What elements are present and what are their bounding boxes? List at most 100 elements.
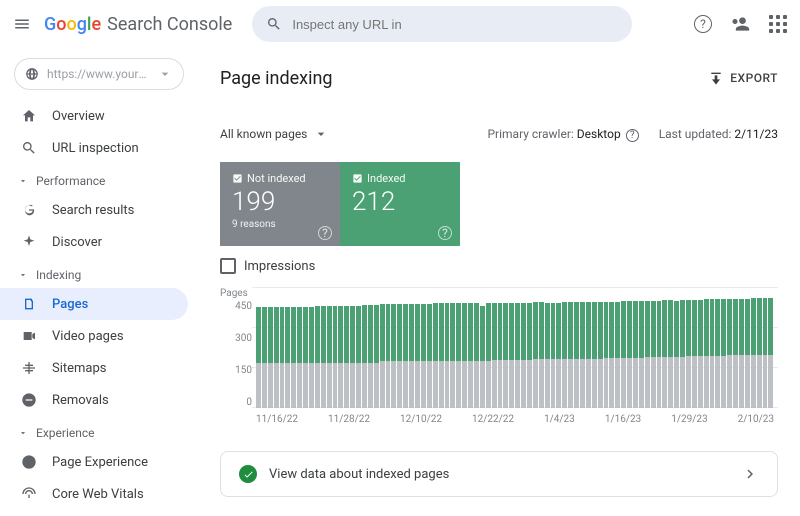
chart-bar[interactable]: [533, 302, 538, 408]
nav-url-inspection[interactable]: URL inspection: [0, 132, 188, 164]
chart-bar[interactable]: [568, 302, 573, 408]
nav-search-results[interactable]: Search results: [0, 194, 188, 226]
chart-bar[interactable]: [386, 304, 391, 408]
chart-bar[interactable]: [668, 300, 673, 408]
tile-not-indexed[interactable]: Not indexed 199 9 reasons ?: [220, 162, 340, 246]
chart-plot-area[interactable]: [252, 288, 778, 408]
apps-icon[interactable]: [768, 14, 788, 34]
chart-bar[interactable]: [757, 298, 762, 408]
nav-removals[interactable]: Removals: [0, 384, 188, 416]
nav-video-pages[interactable]: Video pages: [0, 320, 188, 352]
help-icon[interactable]: ?: [318, 226, 332, 240]
chart-bar[interactable]: [397, 304, 402, 408]
chart-bar[interactable]: [445, 303, 450, 408]
chart-bar[interactable]: [415, 304, 420, 408]
chart-bar[interactable]: [739, 299, 744, 408]
chart-bar[interactable]: [503, 303, 508, 408]
chart-bar[interactable]: [574, 302, 579, 408]
search-input[interactable]: [292, 17, 618, 32]
users-icon[interactable]: [730, 14, 750, 34]
chart-bar[interactable]: [268, 307, 273, 408]
chart-bar[interactable]: [556, 303, 561, 408]
chart-bar[interactable]: [609, 302, 614, 408]
filter-dropdown[interactable]: All known pages: [220, 126, 329, 142]
chart-bar[interactable]: [486, 303, 491, 408]
chart-bar[interactable]: [303, 307, 308, 408]
chart-bar[interactable]: [480, 306, 485, 408]
chart-bar[interactable]: [727, 299, 732, 408]
chart-bar[interactable]: [639, 301, 644, 408]
chart-bar[interactable]: [715, 299, 720, 408]
chart-bar[interactable]: [627, 301, 632, 408]
chart-bar[interactable]: [539, 302, 544, 408]
chart-bar[interactable]: [492, 303, 497, 408]
chart-bar[interactable]: [651, 301, 656, 408]
nav-section-indexing[interactable]: Indexing: [0, 258, 198, 288]
chart-bar[interactable]: [509, 303, 514, 408]
chart-bar[interactable]: [721, 299, 726, 408]
chart-bar[interactable]: [450, 303, 455, 408]
chart-bar[interactable]: [421, 304, 426, 408]
nav-core-web-vitals[interactable]: Core Web Vitals: [0, 478, 188, 510]
chart-bar[interactable]: [586, 302, 591, 408]
impressions-toggle[interactable]: Impressions: [220, 258, 778, 274]
chart-bar[interactable]: [704, 299, 709, 408]
chart-bar[interactable]: [615, 302, 620, 408]
chart-bar[interactable]: [333, 306, 338, 408]
chart-bar[interactable]: [474, 303, 479, 408]
chart-bar[interactable]: [745, 299, 750, 408]
chart-bar[interactable]: [710, 299, 715, 408]
nav-overview[interactable]: Overview: [0, 100, 188, 132]
chart-bar[interactable]: [674, 301, 679, 408]
nav-sitemaps[interactable]: Sitemaps: [0, 352, 188, 384]
chart-bar[interactable]: [515, 303, 520, 408]
chart-bar[interactable]: [280, 307, 285, 408]
chart-bar[interactable]: [592, 302, 597, 408]
chart-bar[interactable]: [633, 301, 638, 408]
chart-bar[interactable]: [309, 307, 314, 408]
chart-bar[interactable]: [350, 306, 355, 408]
site-picker[interactable]: https://www.yoursit...: [14, 58, 184, 90]
chart-bar[interactable]: [391, 304, 396, 408]
chart-bar[interactable]: [262, 307, 267, 408]
chart-bar[interactable]: [521, 303, 526, 408]
chart-bar[interactable]: [427, 304, 432, 408]
chart-bar[interactable]: [468, 303, 473, 408]
chart-bar[interactable]: [604, 302, 609, 408]
chart-bar[interactable]: [291, 307, 296, 408]
chart-bar[interactable]: [527, 303, 532, 408]
export-button[interactable]: EXPORT: [708, 70, 778, 86]
help-icon[interactable]: ?: [438, 226, 452, 240]
nav-discover[interactable]: Discover: [0, 226, 188, 258]
chart-bar[interactable]: [321, 306, 326, 408]
chart-bar[interactable]: [256, 307, 261, 408]
chart-bar[interactable]: [315, 306, 320, 408]
chart-bar[interactable]: [274, 307, 279, 408]
chart-bar[interactable]: [380, 304, 385, 408]
nav-mobile-usability[interactable]: Mobile Usability: [0, 510, 188, 516]
chart-bar[interactable]: [768, 298, 773, 408]
chart-bar[interactable]: [686, 300, 691, 408]
chart-bar[interactable]: [680, 300, 685, 408]
chart-bar[interactable]: [356, 306, 361, 408]
chart-bar[interactable]: [362, 305, 367, 408]
chart-bar[interactable]: [327, 306, 332, 408]
chart-bar[interactable]: [338, 306, 343, 408]
nav-pages[interactable]: Pages: [0, 288, 188, 320]
chart-bar[interactable]: [733, 299, 738, 408]
chart-bar[interactable]: [403, 304, 408, 408]
search-bar[interactable]: [252, 6, 632, 42]
nav-section-experience[interactable]: Experience: [0, 416, 198, 446]
chart-bar[interactable]: [409, 304, 414, 408]
help-icon[interactable]: ?: [694, 15, 712, 33]
chart-bar[interactable]: [551, 303, 556, 408]
chart-bar[interactable]: [462, 303, 467, 408]
chart-bar[interactable]: [580, 302, 585, 408]
app-logo[interactable]: Google Search Console: [44, 14, 232, 35]
chart-bar[interactable]: [344, 306, 349, 408]
chart-bar[interactable]: [545, 303, 550, 408]
chart-bar[interactable]: [498, 303, 503, 408]
menu-icon[interactable]: [12, 14, 32, 34]
chart-bar[interactable]: [285, 307, 290, 408]
help-icon[interactable]: ?: [626, 129, 639, 142]
